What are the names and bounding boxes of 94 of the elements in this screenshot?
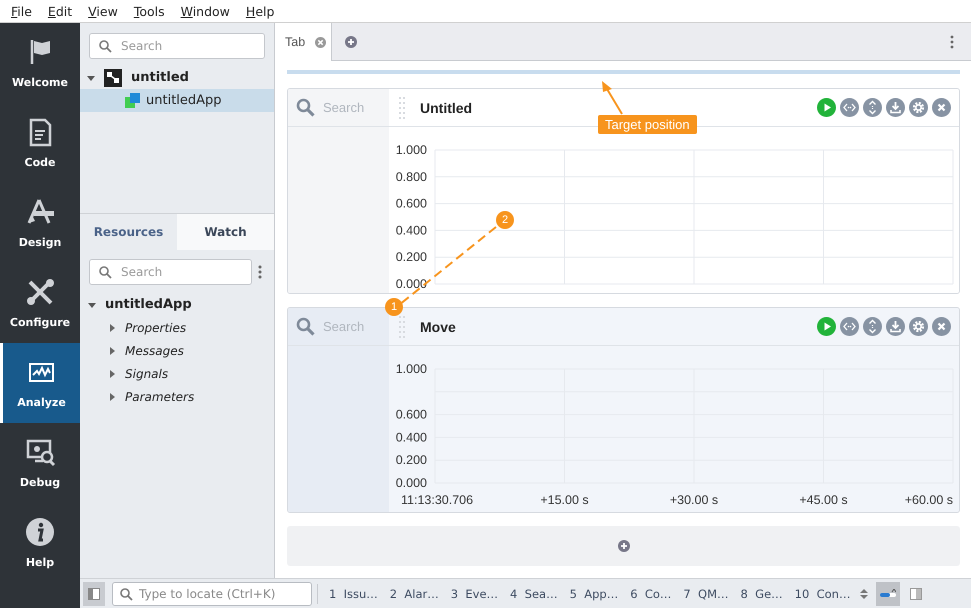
axis-tick-label: 0.200 bbox=[396, 250, 427, 264]
expand-vertical-icon[interactable] bbox=[863, 98, 882, 117]
axis-tick-label: 0.000 bbox=[396, 277, 427, 291]
expand-vertical-icon[interactable] bbox=[863, 317, 882, 336]
axis-tick-label: 0.800 bbox=[396, 170, 427, 184]
caret-icon[interactable] bbox=[108, 370, 116, 378]
add-icon bbox=[618, 540, 630, 552]
step-marker: 1 bbox=[385, 298, 403, 316]
more-icon[interactable] bbox=[258, 265, 262, 279]
mode-button[interactable]: Debug bbox=[0, 423, 80, 503]
panel-title: Untitled bbox=[420, 100, 474, 116]
caret-icon[interactable] bbox=[87, 74, 95, 82]
menu-item[interactable]: View bbox=[80, 4, 126, 18]
drop-target-label: Target position bbox=[598, 115, 697, 134]
axis-tick-label: 0.600 bbox=[396, 408, 427, 422]
settings-icon[interactable] bbox=[909, 98, 928, 117]
bug-monitor-icon bbox=[24, 437, 56, 468]
progress-icon bbox=[880, 588, 896, 598]
mode-button[interactable]: Welcome bbox=[0, 23, 80, 103]
axis-tick-label: +15.00 s bbox=[540, 493, 589, 507]
pointer-arrow bbox=[602, 81, 623, 115]
output-pane-button[interactable]: 10 Con… bbox=[788, 586, 856, 600]
tree-item[interactable]: untitled bbox=[80, 66, 274, 89]
axis-tick-label: 0.000 bbox=[396, 476, 427, 490]
close-icon[interactable] bbox=[315, 36, 326, 48]
panel-icon bbox=[88, 588, 100, 600]
search-icon bbox=[98, 265, 112, 279]
search-icon bbox=[119, 586, 133, 600]
menu-item[interactable]: Tools bbox=[126, 4, 173, 18]
drag-handle-icon[interactable] bbox=[398, 316, 406, 338]
menu-item[interactable]: Edit bbox=[40, 4, 80, 18]
menu-item[interactable]: Help bbox=[238, 4, 282, 18]
mode-button[interactable]: Configure bbox=[0, 263, 80, 343]
mode-button[interactable]: Help bbox=[0, 503, 80, 583]
mode-button[interactable]: Code bbox=[0, 103, 80, 183]
close-icon[interactable] bbox=[932, 98, 951, 117]
axis-tick-label: +60.00 s bbox=[904, 493, 953, 507]
progress-toggle-button[interactable] bbox=[876, 582, 900, 606]
output-pane-button[interactable]: 6 Co… bbox=[624, 586, 678, 600]
tree-item[interactable]: Signals bbox=[80, 362, 274, 385]
caret-icon[interactable] bbox=[108, 346, 116, 354]
output-pane-button[interactable]: 1 Issu… bbox=[323, 586, 384, 600]
settings-icon[interactable] bbox=[909, 317, 928, 336]
search-icon bbox=[98, 39, 112, 53]
axis-tick-label: 0.600 bbox=[396, 196, 427, 211]
tree-item[interactable]: untitledApp bbox=[80, 89, 274, 112]
tools-icon bbox=[24, 277, 56, 308]
axis-tick-label: 0.400 bbox=[396, 223, 427, 238]
axis-tick-label: 1.000 bbox=[396, 362, 427, 376]
output-pane-button[interactable]: 4 Sea… bbox=[504, 586, 564, 600]
axis-tick-label: +30.00 s bbox=[670, 493, 718, 507]
right-panel-icon[interactable] bbox=[910, 588, 922, 600]
output-pane-button[interactable]: 3 Eve… bbox=[444, 586, 504, 600]
app-icon bbox=[125, 93, 140, 108]
download-icon[interactable] bbox=[886, 98, 905, 117]
output-pane-button[interactable]: 2 Alar… bbox=[384, 586, 445, 600]
menu-item[interactable]: Window bbox=[172, 4, 238, 18]
caret-icon[interactable] bbox=[88, 300, 96, 308]
drag-handle-icon[interactable] bbox=[398, 96, 406, 118]
panel-title: Move bbox=[420, 318, 457, 334]
axis-tick-label: 0.200 bbox=[396, 453, 427, 468]
output-pane-button[interactable]: 7 QM… bbox=[677, 586, 735, 600]
mode-button[interactable]: Analyze bbox=[0, 343, 80, 423]
axis-tick-label: 1.000 bbox=[396, 143, 427, 157]
axis-tick-label: 0.400 bbox=[396, 430, 427, 444]
tree-item[interactable]: Parameters bbox=[80, 385, 274, 408]
code-icon[interactable] bbox=[840, 317, 859, 336]
caret-icon[interactable] bbox=[108, 324, 116, 332]
info-icon bbox=[24, 517, 56, 548]
code-icon[interactable] bbox=[840, 98, 859, 117]
play-icon[interactable] bbox=[817, 98, 836, 117]
locator-field[interactable]: Type to locate (Ctrl+K) bbox=[112, 582, 312, 606]
more-icon[interactable] bbox=[950, 34, 954, 48]
close-icon[interactable] bbox=[932, 317, 951, 336]
play-icon[interactable] bbox=[817, 317, 836, 336]
menu-item[interactable]: File bbox=[3, 4, 40, 18]
axis-tick-label: +45.00 s bbox=[799, 493, 848, 507]
project-icon bbox=[104, 68, 122, 86]
search-icon bbox=[296, 317, 315, 336]
up-down-icon[interactable] bbox=[860, 588, 868, 600]
caret-icon[interactable] bbox=[108, 392, 116, 400]
tree-item[interactable]: Properties bbox=[80, 316, 274, 339]
download-icon[interactable] bbox=[886, 317, 905, 336]
axis-tick-label: 11:13:30.706 bbox=[401, 493, 474, 507]
document-tab[interactable]: Tab bbox=[275, 23, 332, 61]
panel-tab[interactable]: Watch bbox=[177, 214, 274, 250]
tree-item[interactable]: Messages bbox=[80, 339, 274, 362]
sidebar-toggle-button[interactable] bbox=[83, 582, 105, 606]
tree-item[interactable]: untitledApp bbox=[80, 293, 274, 316]
mode-button[interactable]: Design bbox=[0, 183, 80, 263]
search-icon bbox=[296, 98, 315, 117]
output-pane-button[interactable]: 8 Ge… bbox=[734, 586, 789, 600]
output-pane-button[interactable]: 5 App… bbox=[564, 586, 624, 600]
add-icon[interactable] bbox=[345, 36, 358, 48]
